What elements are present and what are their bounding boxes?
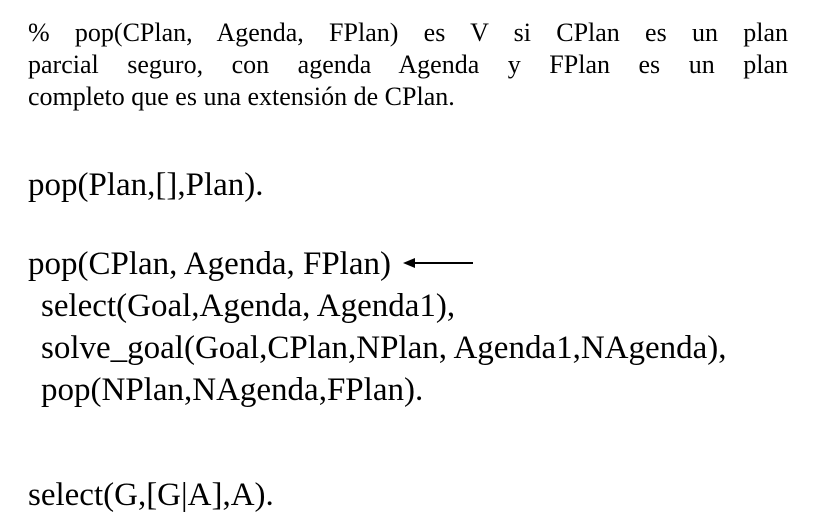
clause-recursive-body-2: solve_goal(Goal,CPlan,NPlan, Agenda1,NAg…	[41, 330, 727, 366]
clause-base-case: pop(Plan,[],Plan).	[28, 164, 264, 206]
comment-line-2: parcial seguro, con agenda Agenda y FPla…	[28, 50, 788, 79]
document-page: % pop(CPlan, Agenda, FPlan) es V si CPla…	[0, 0, 816, 531]
left-arrow-icon	[402, 256, 475, 270]
clause-recursive-body-1: select(Goal,Agenda, Agenda1),	[41, 288, 456, 324]
clause-select: select(G,[G|A],A).	[28, 474, 274, 516]
clause-recursive-head: pop(CPlan, Agenda, FPlan)	[28, 246, 391, 282]
clause-recursive-body-3: pop(NPlan,NAgenda,FPlan).	[41, 372, 424, 408]
comment-block: % pop(CPlan, Agenda, FPlan) es V si CPla…	[28, 17, 788, 113]
clause-select-text: select(G,[G|A],A).	[28, 477, 274, 513]
comment-line-1: % pop(CPlan, Agenda, FPlan) es V si CPla…	[28, 18, 788, 47]
clause-base-case-text: pop(Plan,[],Plan).	[28, 167, 264, 203]
clause-recursive-head-line: pop(CPlan, Agenda, FPlan)	[28, 243, 727, 285]
comment-line-3: completo que es una extensión de CPlan.	[28, 82, 455, 111]
clause-recursive: pop(CPlan, Agenda, FPlan) select(Goal,Ag…	[28, 243, 727, 411]
